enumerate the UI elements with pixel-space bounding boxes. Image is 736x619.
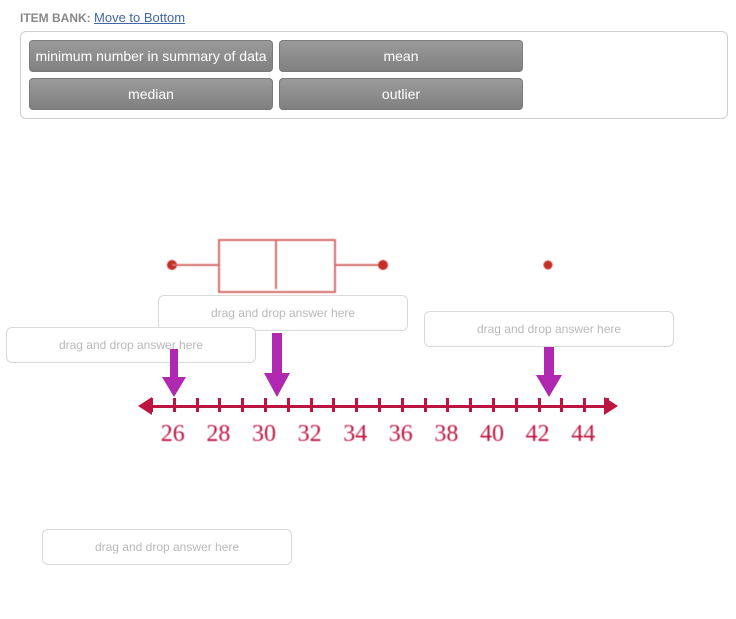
bank-tile-median[interactable]: median — [29, 78, 273, 110]
dropzone-median[interactable]: drag and drop answer here — [158, 295, 408, 331]
axis-tick-label: 34 — [343, 421, 367, 448]
axis-tick — [355, 398, 358, 412]
axis-tick — [560, 398, 563, 412]
axis-tick — [287, 398, 290, 412]
axis-tick-label: 38 — [434, 421, 458, 448]
axis-tick — [606, 398, 609, 412]
bank-tile-mean[interactable]: mean — [279, 40, 523, 72]
dropzone-extra[interactable]: drag and drop answer here — [42, 529, 292, 565]
axis-tick-label: 40 — [480, 421, 504, 448]
box-median-line — [275, 239, 277, 289]
outlier-dot — [544, 261, 553, 270]
axis-tick-label: 28 — [206, 421, 230, 448]
axis-tick-label: 30 — [252, 421, 276, 448]
axis-tick — [196, 398, 199, 412]
axis-tick — [446, 398, 449, 412]
axis-tick — [469, 398, 472, 412]
axis-tick — [424, 398, 427, 412]
axis-tick-label: 42 — [526, 421, 550, 448]
axis-tick — [218, 398, 221, 412]
whisker-right-line — [332, 264, 378, 266]
arrow-to-26 — [160, 349, 188, 401]
axis-tick — [150, 398, 153, 412]
axis-tick — [264, 398, 267, 412]
axis-tick-label: 36 — [389, 421, 413, 448]
dropzone-outlier[interactable]: drag and drop answer here — [424, 311, 674, 347]
axis-tick — [583, 398, 586, 412]
arrow-to-44 — [534, 347, 564, 401]
bank-tile-outlier[interactable]: outlier — [279, 78, 523, 110]
item-bank-label: ITEM BANK: — [20, 11, 91, 25]
dropzone-minimum[interactable]: drag and drop answer here — [6, 327, 256, 363]
axis-tick-label: 44 — [571, 421, 595, 448]
axis-tick — [515, 398, 518, 412]
axis-tick-label: 32 — [298, 421, 322, 448]
axis-tick — [332, 398, 335, 412]
bank-tile-minimum[interactable]: minimum number in summary of data — [29, 40, 273, 72]
axis-tick-label: 26 — [161, 421, 185, 448]
whisker-left-line — [172, 264, 218, 266]
item-bank-header: ITEM BANK: Move to Bottom — [0, 0, 736, 25]
axis-tick — [378, 398, 381, 412]
item-bank: minimum number in summary of data mean m… — [20, 31, 728, 119]
axis-tick — [241, 398, 244, 412]
move-to-bottom-link[interactable]: Move to Bottom — [94, 10, 185, 25]
whisker-max-dot — [378, 260, 388, 270]
axis-tick — [401, 398, 404, 412]
arrow-to-30 — [262, 333, 292, 401]
axis-tick — [538, 398, 541, 412]
axis-tick — [173, 398, 176, 412]
diagram-canvas: drag and drop answer here drag and drop … — [0, 119, 736, 619]
box — [218, 239, 336, 293]
axis-tick — [492, 398, 495, 412]
axis-tick — [310, 398, 313, 412]
